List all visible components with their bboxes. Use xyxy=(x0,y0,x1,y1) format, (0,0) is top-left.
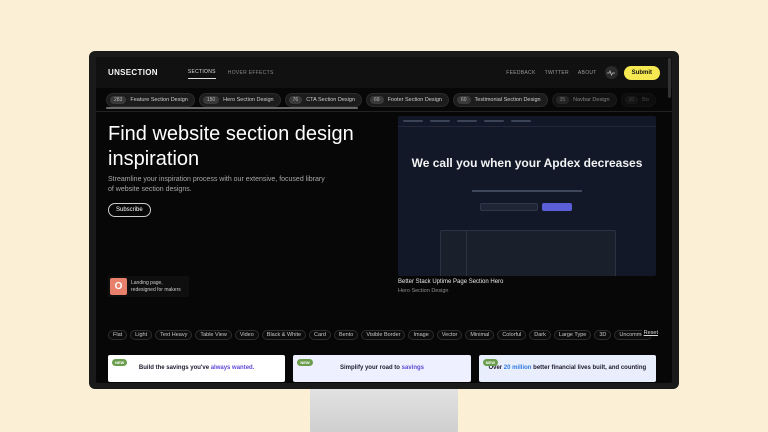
filter-tag[interactable]: Card xyxy=(309,330,331,340)
preview-thumbnail[interactable]: We call you when your Apdex decreases xyxy=(398,116,656,276)
preview-nav xyxy=(398,116,656,127)
new-badge: NEW xyxy=(112,359,128,366)
category-count: 35 xyxy=(555,95,570,104)
card-title-highlight: always wanted. xyxy=(210,365,255,371)
hero-section: Find website section design inspiration … xyxy=(96,112,672,304)
design-card[interactable]: NEW Simplify your road to savings xyxy=(293,355,471,382)
preview-caption-category: Hero Section Design xyxy=(398,288,449,294)
filter-tag[interactable]: Visible Border xyxy=(361,330,406,340)
tab-sections[interactable]: SECTIONS xyxy=(187,66,216,79)
category-label: Bo xyxy=(642,96,649,103)
reset-filters-button[interactable]: Reset xyxy=(641,329,660,337)
category-count: 69 xyxy=(370,95,384,104)
filter-tag[interactable]: Black & White xyxy=(261,330,307,340)
mini-card-text: Landing page, redesigned for makers xyxy=(131,280,181,293)
submit-button[interactable]: Submit xyxy=(623,65,660,80)
preview-nav-item xyxy=(457,120,477,122)
app-logo-icon: O xyxy=(110,278,127,295)
filter-tag[interactable]: Bento xyxy=(333,330,359,340)
design-card[interactable]: NEW Build the savings you've always want… xyxy=(108,355,286,382)
about-link[interactable]: ABOUT xyxy=(578,70,597,76)
filter-tag[interactable]: Light xyxy=(130,330,153,340)
filter-tag[interactable]: Minimal xyxy=(465,330,495,340)
category-count: 76 xyxy=(288,95,303,104)
filter-tag[interactable]: Text Heavy xyxy=(155,330,193,340)
filter-tag[interactable]: Dark xyxy=(529,330,551,340)
category-label: Testimonial Section Design xyxy=(474,96,541,103)
subscribe-button[interactable]: Subscribe xyxy=(108,203,151,217)
preview-nav-item xyxy=(430,120,450,122)
hero-headline: Find website section design inspiration xyxy=(108,123,354,170)
category-label: Footer Section Design xyxy=(387,96,442,103)
filter-tag[interactable]: Table View xyxy=(195,330,232,340)
category-label: Feature Section Design xyxy=(130,96,188,103)
preview-input xyxy=(480,203,538,211)
preview-nav-item xyxy=(511,120,531,122)
card-title: Over 20 million better financial lives b… xyxy=(488,365,646,372)
card-title-text: Simplify your road to xyxy=(339,365,402,371)
category-scrollbar[interactable] xyxy=(106,107,358,109)
category-chip[interactable]: 150 Hero Section Design xyxy=(198,92,281,107)
category-bar: 283 Feature Section Design 150 Hero Sectio… xyxy=(96,88,672,112)
category-chip[interactable]: 30 Bo xyxy=(620,92,656,107)
category-count: 283 xyxy=(110,95,127,104)
tab-hover-effects[interactable]: HOVER EFFECTS xyxy=(228,67,274,79)
filter-tag[interactable]: 3D xyxy=(594,330,612,340)
pulse-icon[interactable] xyxy=(604,66,618,79)
filter-tag[interactable]: Image xyxy=(408,330,434,340)
card-title: Build the savings you've always wanted. xyxy=(139,365,254,372)
filter-tag[interactable]: Video xyxy=(234,330,259,340)
top-nav: UNSECTION SECTIONS HOVER EFFECTS FEEDBAC… xyxy=(96,57,672,88)
card-title-text: Build the savings you've xyxy=(138,365,211,371)
category-count: 60 xyxy=(456,95,471,104)
preview-sidebar xyxy=(441,231,467,276)
preview-headline: We call you when your Apdex decreases xyxy=(411,156,643,170)
category-chip[interactable]: 69 Footer Section Design xyxy=(366,92,449,107)
filter-tags: Flat Light Text Heavy Table View Video B… xyxy=(96,329,672,341)
category-chip[interactable]: 283 Feature Section Design xyxy=(106,92,195,107)
new-badge: NEW xyxy=(297,359,313,366)
preview-caption-title[interactable]: Better Stack Uptime Page Section Hero xyxy=(398,279,503,285)
screen: UNSECTION SECTIONS HOVER EFFECTS FEEDBAC… xyxy=(96,57,672,383)
mini-card[interactable]: O Landing page, redesigned for makers xyxy=(108,276,189,297)
filter-tag[interactable]: Vector xyxy=(436,330,463,340)
feedback-link[interactable]: FEEDBACK xyxy=(506,70,535,76)
category-label: CTA Section Design xyxy=(306,96,355,103)
logo[interactable]: UNSECTION xyxy=(108,68,158,77)
category-count: 30 xyxy=(624,95,639,104)
preview-nav-item xyxy=(484,120,504,122)
new-badge: NEW xyxy=(482,359,498,366)
card-title-highlight: savings xyxy=(401,365,425,371)
filter-tag[interactable]: Flat xyxy=(108,330,128,340)
monitor: UNSECTION SECTIONS HOVER EFFECTS FEEDBAC… xyxy=(89,51,679,389)
design-card[interactable]: NEW Over 20 million better financial liv… xyxy=(478,355,656,382)
category-label: Navbar Design xyxy=(573,96,610,103)
card-title: Simplify your road to savings xyxy=(340,365,424,372)
filter-tag[interactable]: Colorful xyxy=(497,330,527,340)
monitor-stand xyxy=(310,388,458,432)
filter-tag[interactable]: Large Type xyxy=(553,330,592,340)
preview-nav-item xyxy=(403,120,423,122)
preview-button xyxy=(542,203,572,211)
card-title-highlight: 20 million xyxy=(503,365,532,371)
card-grid: NEW Build the savings you've always want… xyxy=(108,355,656,382)
twitter-link[interactable]: TWITTER xyxy=(545,70,569,76)
preview-dashboard xyxy=(440,230,616,276)
category-chip[interactable]: 35 Navbar Design xyxy=(551,92,617,107)
category-label: Hero Section Design xyxy=(223,96,274,103)
preview-subtext xyxy=(472,190,582,192)
category-chip[interactable]: 76 CTA Section Design xyxy=(284,92,362,107)
hero-subtitle: Streamline your inspiration process with… xyxy=(108,176,325,193)
category-count: 150 xyxy=(202,95,220,104)
card-title-text: better financial lives built, and counti… xyxy=(531,365,647,371)
category-chip[interactable]: 60 Testimonial Section Design xyxy=(452,92,548,107)
page-scrollbar[interactable] xyxy=(668,58,671,98)
